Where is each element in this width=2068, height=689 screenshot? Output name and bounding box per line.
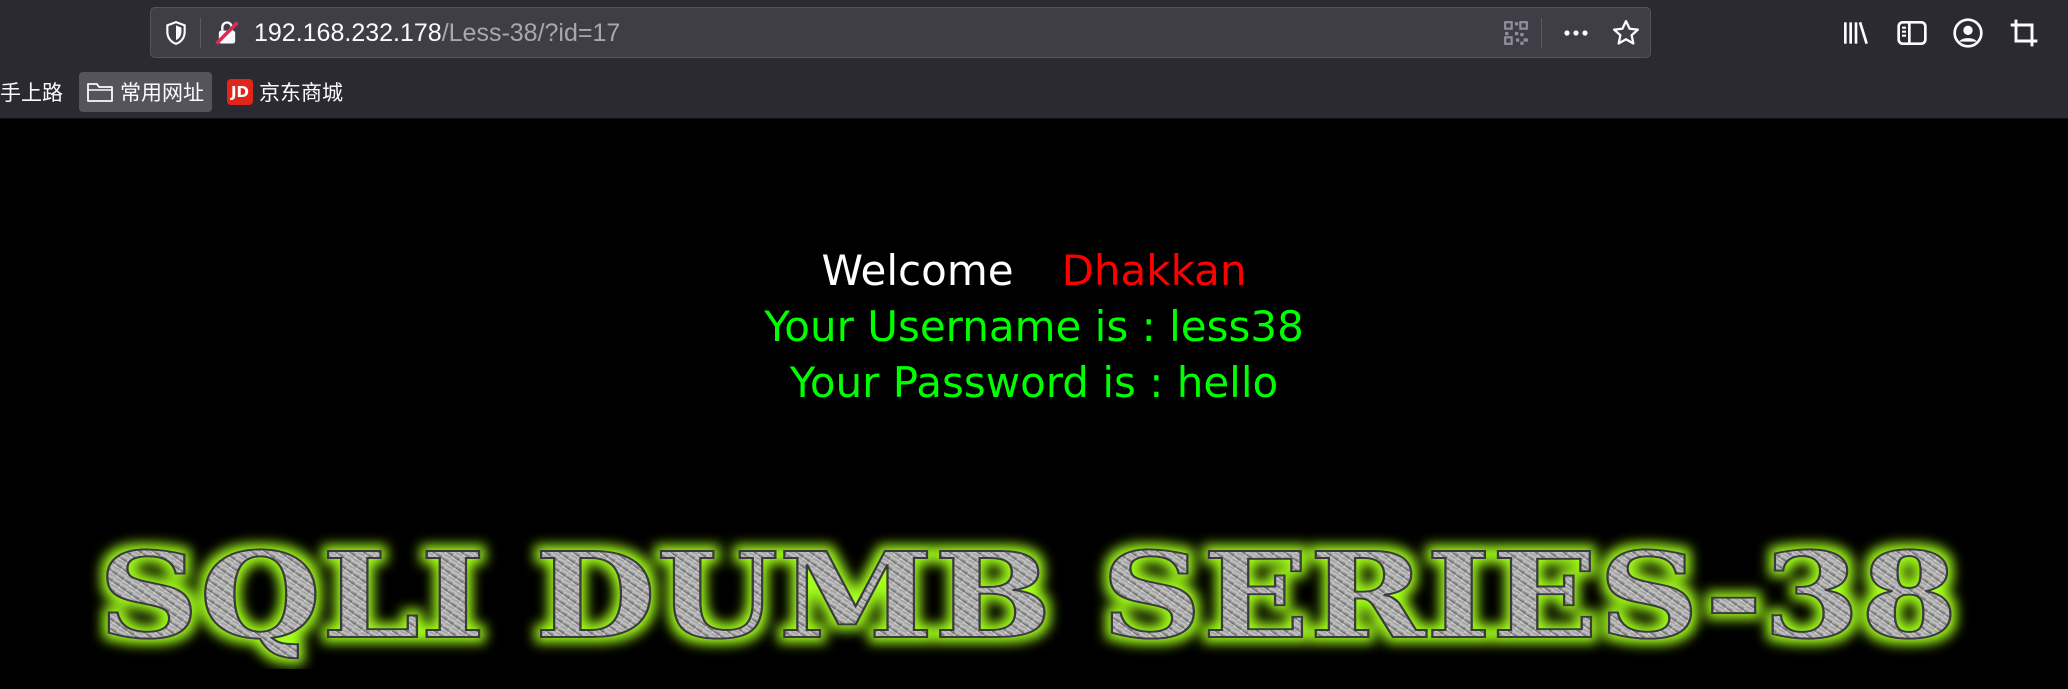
crop-icon[interactable] bbox=[2008, 17, 2040, 49]
library-icon[interactable] bbox=[1840, 17, 1872, 49]
bookmark-item[interactable]: JD 京东商城 bbox=[227, 72, 343, 112]
url-path: /Less-38/?id=17 bbox=[441, 19, 621, 47]
bookmark-item[interactable]: 手上路 bbox=[0, 72, 63, 112]
url-text[interactable]: 192.168.232.178/Less-38/?id=17 bbox=[254, 18, 620, 48]
bookmark-folder[interactable]: 常用网址 bbox=[79, 72, 212, 112]
address-bar[interactable]: 192.168.232.178/Less-38/?id=17 bbox=[150, 7, 1651, 58]
welcome-label: Welcome bbox=[821, 246, 1014, 295]
address-bar-divider bbox=[1541, 18, 1542, 48]
bookmark-label: 京东商城 bbox=[259, 82, 343, 105]
user-display-name: Dhakkan bbox=[1061, 246, 1247, 295]
password-result: Your Password is : hello bbox=[789, 358, 1279, 407]
url-host: 192.168.232.178 bbox=[254, 19, 442, 47]
folder-icon bbox=[87, 83, 113, 102]
browser-toolbar: 192.168.232.178/Less-38/?id=17 bbox=[0, 0, 2068, 68]
address-bar-divider bbox=[200, 18, 201, 48]
qr-code-icon[interactable] bbox=[1503, 20, 1529, 46]
bookmark-star-icon[interactable] bbox=[1611, 18, 1641, 48]
sidebar-icon[interactable] bbox=[1896, 17, 1928, 49]
bookmark-label: 常用网址 bbox=[120, 82, 204, 105]
bookmarks-toolbar: 手上路 常用网址 JD 京东商城 bbox=[0, 68, 2068, 119]
bookmark-label: 手上路 bbox=[0, 82, 63, 105]
more-actions-icon[interactable] bbox=[1561, 20, 1591, 46]
banner-title: SQLI DUMB SERIES-38 bbox=[98, 526, 1958, 665]
page-content: Welcome Dhakkan Your Username is : less38… bbox=[0, 119, 2068, 689]
shield-icon[interactable] bbox=[163, 20, 189, 46]
username-result: Your Username is : less38 bbox=[764, 302, 1304, 351]
series-title-banner: SQLI DUMB SERIES-38 bbox=[97, 525, 1959, 666]
account-icon[interactable] bbox=[1952, 17, 1984, 49]
insecure-lock-icon[interactable] bbox=[213, 19, 241, 47]
jd-logo-icon: JD bbox=[227, 79, 253, 105]
welcome-line: Welcome Dhakkan bbox=[0, 245, 2068, 297]
